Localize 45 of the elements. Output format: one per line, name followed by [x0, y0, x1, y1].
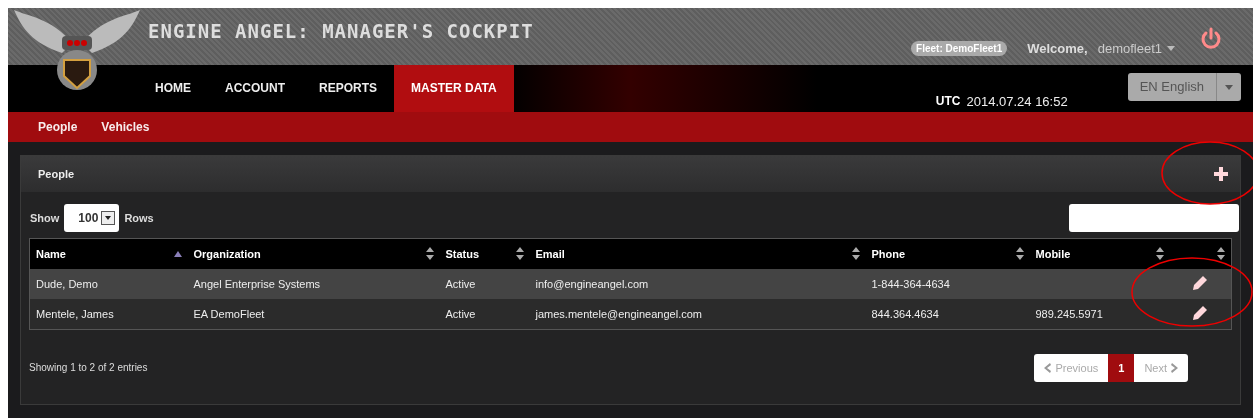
rows-select[interactable]: 100 — [64, 204, 120, 232]
fleet-badge: Fleet: DemoFleet1 — [911, 41, 1008, 56]
table-cell: Dude, Demo — [36, 277, 98, 290]
show-label: Show — [30, 212, 60, 224]
column-header[interactable]: Phone — [865, 238, 1030, 269]
search-field[interactable] — [1069, 204, 1239, 232]
column-header[interactable]: Email — [529, 238, 866, 269]
table-cell: info@engineangel.com — [535, 277, 649, 290]
welcome-label: Welcome, — [1027, 41, 1088, 56]
chevron-right-icon — [1171, 362, 1178, 373]
utc-time: 2014.07.24 16:52 — [966, 93, 1068, 109]
table-cell: EA DemoFleet — [193, 307, 265, 320]
table-cell: 844.364.4634 — [871, 307, 939, 320]
column-header[interactable]: Mobile — [1029, 238, 1170, 269]
power-icon[interactable] — [1199, 26, 1223, 51]
dropdown-icon — [101, 211, 116, 225]
utc-label: UTC — [935, 94, 961, 108]
panel-title: People — [38, 168, 75, 180]
nav-tab[interactable]: HOME — [138, 65, 208, 112]
add-icon[interactable] — [1214, 167, 1228, 181]
table-cell: Active — [445, 277, 476, 290]
caret-icon — [1167, 46, 1175, 51]
pencil-icon[interactable] — [1192, 304, 1209, 321]
column-header[interactable]: Name — [29, 238, 188, 269]
table-cell: james.mentele@engineangel.com — [535, 307, 702, 320]
rows-label: Rows — [124, 212, 154, 224]
entries-info: Showing 1 to 2 of 2 entries — [29, 362, 148, 373]
pencil-icon[interactable] — [1192, 274, 1209, 291]
table-cell: Angel Enterprise Systems — [193, 277, 321, 290]
column-header[interactable]: Status — [439, 238, 530, 269]
table-cell: 1-844-364-4634 — [871, 277, 950, 290]
subnav-tab[interactable]: Vehicles — [93, 120, 162, 134]
subnav-tab[interactable]: People — [30, 120, 90, 134]
table-cell: Active — [445, 307, 476, 320]
pagination-button[interactable]: 1 — [1108, 353, 1135, 382]
nav-tab[interactable]: MASTER DATA — [394, 65, 514, 112]
caret-icon — [1225, 84, 1233, 90]
nav-tab[interactable]: REPORTS — [302, 65, 394, 112]
column-header[interactable]: Organization — [187, 238, 440, 269]
app-title: ENGINE ANGEL: MANAGER'S COCKPIT — [148, 20, 534, 42]
table-cell: Mentele, James — [36, 307, 114, 320]
nav-tab[interactable]: ACCOUNT — [208, 65, 302, 112]
table-cell: 989.245.5971 — [1035, 307, 1103, 320]
chevron-left-icon — [1044, 362, 1052, 373]
column-header[interactable] — [1169, 238, 1232, 269]
